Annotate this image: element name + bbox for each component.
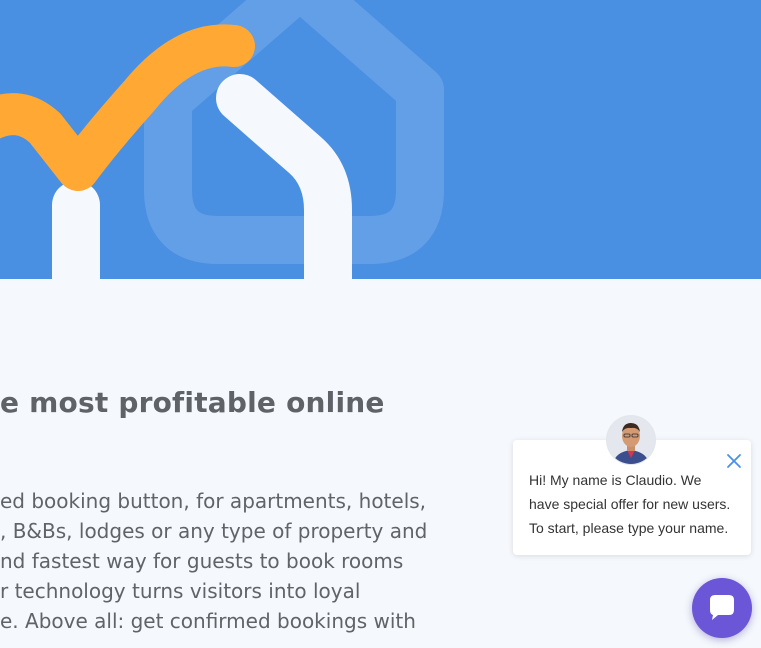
description-line: e. Above all: get confirmed bookings wit… xyxy=(0,609,416,633)
description-paragraph: ed booking button, for apartments, hotel… xyxy=(0,486,428,636)
house-check-logo xyxy=(0,0,444,279)
chat-message-line: have special offer for new users. xyxy=(529,496,731,512)
description-line: , B&Bs, lodges or any type of property a… xyxy=(0,519,428,543)
page-headline: e most profitable online xyxy=(0,386,385,419)
close-icon xyxy=(727,454,741,468)
chat-greeting-message: Hi! My name is Claudio. We have special … xyxy=(529,468,739,540)
chat-message-line: To start, please type your name. xyxy=(529,520,729,536)
agent-avatar xyxy=(607,416,655,464)
chat-message-line: Hi! My name is Claudio. We xyxy=(529,472,702,488)
chat-launcher-button[interactable] xyxy=(692,578,752,638)
description-line: nd fastest way for guests to book rooms xyxy=(0,549,404,573)
close-chat-button[interactable] xyxy=(723,450,745,472)
chat-bubble-icon xyxy=(710,595,734,620)
description-line: ed booking button, for apartments, hotel… xyxy=(0,489,427,513)
description-line: r technology turns visitors into loyal xyxy=(0,579,361,603)
agent-portrait-icon xyxy=(607,416,655,464)
check-mark-icon xyxy=(0,24,255,191)
hero-banner xyxy=(0,0,761,279)
